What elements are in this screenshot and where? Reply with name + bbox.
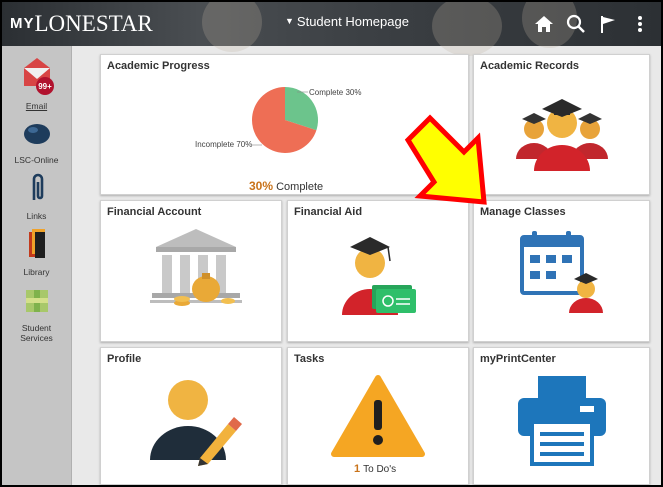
tile-my-print-center[interactable]: myPrintCenter <box>473 347 650 485</box>
sidebar-item-label: Student Services <box>20 323 53 343</box>
paperclip-icon <box>32 173 43 200</box>
screenshot-frame: MYLONESTAR ▼ Student Homepage 99+ Email … <box>0 0 663 487</box>
search-icon[interactable] <box>564 12 588 36</box>
tile-title: myPrintCenter <box>480 353 556 365</box>
books-icon <box>28 229 45 258</box>
sidebar-item-links[interactable]: Links <box>2 170 71 221</box>
pie-label-complete: Complete 30% <box>309 88 361 97</box>
map-icon <box>25 290 48 312</box>
progress-summary: 30% Complete <box>249 179 323 193</box>
tile-profile[interactable]: Profile <box>100 347 282 485</box>
calendar-student-icon <box>520 231 603 313</box>
tile-financial-aid[interactable]: Financial Aid <box>287 200 469 342</box>
tile-title: Financial Aid <box>294 206 363 218</box>
mylonestar-logo[interactable]: MYLONESTAR <box>10 11 153 37</box>
email-badge: 99+ <box>38 82 52 91</box>
profile-edit-icon <box>150 380 242 466</box>
todo-count: 1 <box>354 463 361 475</box>
sidebar-item-student-services[interactable]: Student Services <box>2 284 71 343</box>
logo-my: MY <box>10 15 35 32</box>
more-actions-icon[interactable] <box>628 12 652 36</box>
homepage-selector[interactable]: ▼ Student Homepage <box>285 14 409 29</box>
sidebar-item-label: Email <box>25 101 48 111</box>
sidebar-item-email[interactable]: 99+ Email <box>2 52 71 111</box>
pointer-arrow-annotation <box>404 114 487 205</box>
todo-summary: 1 To Do's <box>354 463 396 475</box>
tile-title: Profile <box>107 353 142 365</box>
caret-down-icon: ▼ <box>285 16 294 26</box>
tile-tasks[interactable]: Tasks 1 To Do's <box>287 347 469 485</box>
sidebar-item-label: LSC-Online <box>14 155 59 165</box>
bank-icon <box>150 229 242 306</box>
email-icon: 99+ <box>23 58 54 95</box>
sidebar-item-label: Library <box>23 267 50 277</box>
header-bar: MYLONESTAR ▼ Student Homepage <box>2 2 661 56</box>
todo-label: To Do's <box>363 464 397 475</box>
printer-icon <box>518 376 606 466</box>
graduates-icon <box>516 99 608 171</box>
logo-rest: LONESTAR <box>34 11 153 36</box>
tile-manage-classes[interactable]: Manage Classes <box>473 200 650 342</box>
pie-label-incomplete: Incomplete 70% <box>195 140 252 149</box>
sidebar-item-lsc-online[interactable]: LSC-Online <box>2 116 71 165</box>
progress-percent-label: Complete <box>276 181 324 193</box>
progress-percent: 30% <box>249 179 274 193</box>
sidebar-item-label: Links <box>26 211 47 221</box>
warning-icon <box>331 375 425 457</box>
flag-icon[interactable] <box>596 12 620 36</box>
tile-title: Financial Account <box>107 206 202 218</box>
tile-financial-account[interactable]: Financial Account <box>100 200 282 342</box>
homepage-title: Student Homepage <box>296 14 409 29</box>
tile-title: Academic Records <box>480 60 580 72</box>
tile-title: Tasks <box>294 353 325 365</box>
sidebar-nav: 99+ Email LSC-Online Links Library Stude… <box>2 46 72 485</box>
graduate-money-icon <box>342 237 416 315</box>
home-icon[interactable] <box>532 12 556 36</box>
mouse-icon <box>23 124 50 144</box>
sidebar-item-library[interactable]: Library <box>2 226 71 277</box>
